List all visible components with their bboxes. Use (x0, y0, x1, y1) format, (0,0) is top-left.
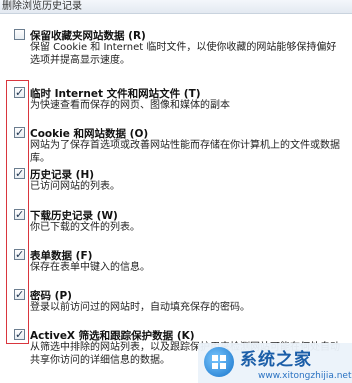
checkbox-form-data[interactable]: ✓ (14, 249, 25, 260)
watermark-logo-icon (204, 347, 234, 377)
options-panel: 保留收藏夹网站数据 (R) 保留 Cookie 和 Internet 临时文件，… (0, 15, 352, 383)
checkbox-passwords[interactable]: ✓ (14, 289, 25, 300)
option-desc: 网站为了保存首选项或改善网站性能而存储在你计算机上的文件或数据库。 (30, 140, 340, 164)
option-desc: 你已下载的文件的列表。 (30, 222, 140, 233)
checkbox-download-history[interactable]: ✓ (14, 209, 25, 220)
watermark-text: 系统之家 (240, 350, 312, 370)
checkbox-activex-tracking[interactable]: ✓ (14, 329, 25, 340)
option-desc: 保留 Cookie 和 Internet 临时文件，以使你收藏的网站能够保持偏好… (30, 42, 337, 66)
option-desc: 为快速查看而保存的网页、图像和媒体的副本 (30, 100, 230, 111)
window-title: 删除浏览历史记录 (0, 0, 352, 14)
checkbox-history[interactable]: ✓ (14, 168, 25, 179)
option-desc: 保存在表单中键入的信息。 (30, 262, 150, 273)
watermark-url: www.xitongzhijia.net (258, 371, 352, 381)
option-desc: 已访问网站的列表。 (30, 181, 120, 192)
checkbox-cookies[interactable]: ✓ (14, 127, 25, 138)
checkbox-preserve-favorites[interactable] (14, 29, 25, 40)
option-desc: 登录以前访问过的网站时，自动填充保存的密码。 (30, 302, 250, 313)
checkbox-temp-internet-files[interactable]: ✓ (14, 87, 25, 98)
